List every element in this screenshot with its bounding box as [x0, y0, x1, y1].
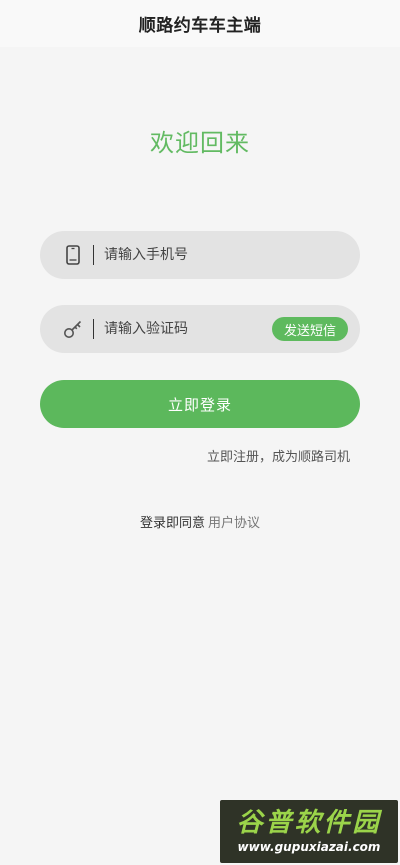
phone-field[interactable]: [40, 231, 360, 279]
watermark-brand: 谷普软件园: [236, 807, 382, 838]
app-header: 顺路约车车主端: [0, 0, 400, 47]
phone-input[interactable]: [104, 247, 360, 263]
agreement-prefix: 登录即同意: [139, 516, 205, 531]
field-separator: [93, 319, 94, 339]
field-separator: [93, 245, 94, 265]
page-title: 顺路约车车主端: [138, 16, 262, 36]
verification-code-field[interactable]: 发送短信: [40, 305, 360, 353]
user-agreement-link[interactable]: 用户协议: [208, 516, 260, 531]
phone-icon: [62, 244, 84, 266]
verification-code-input[interactable]: [104, 321, 272, 337]
welcome-heading: 欢迎回来: [150, 129, 250, 157]
key-icon: [62, 318, 84, 340]
watermark-logo: 谷普软件园 www.gupuxiazai.com: [220, 800, 398, 863]
send-sms-button[interactable]: 发送短信: [271, 317, 348, 341]
agreement-notice: 登录即同意 用户协议: [0, 512, 400, 531]
watermark-url: www.gupuxiazai.com: [237, 839, 381, 854]
register-link[interactable]: 立即注册，成为顺路司机: [207, 446, 350, 465]
login-button[interactable]: 立即登录: [40, 380, 360, 428]
